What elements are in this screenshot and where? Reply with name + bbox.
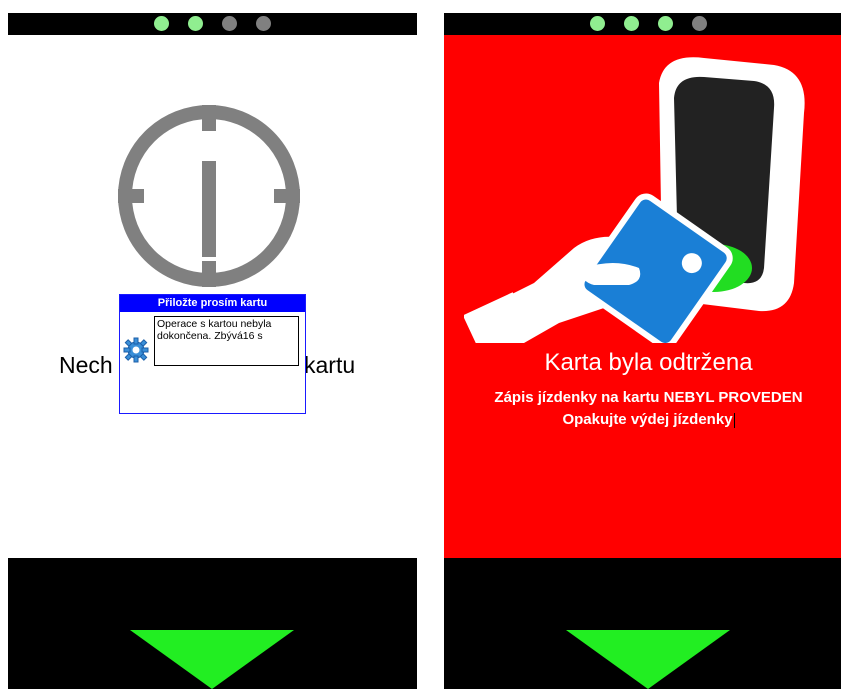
- error-line-2-text: Opakujte výdej jízdenky: [562, 411, 733, 428]
- dialog-title: Přiložte prosím kartu: [120, 295, 305, 312]
- text-caret: [733, 412, 735, 428]
- dialog-message: Operace s kartou nebyla dokončena. Zbývá…: [154, 316, 299, 366]
- status-dot: [658, 16, 673, 31]
- left-screen: Nech kartu Přiložte prosím kartu Operace…: [8, 13, 417, 689]
- bottom-bar: [8, 558, 417, 689]
- message-dialog: Přiložte prosím kartu Operace s kartou n…: [119, 294, 306, 414]
- instruction-text-start: Nech: [59, 352, 113, 378]
- status-dot: [590, 16, 605, 31]
- gear-icon: [123, 337, 149, 363]
- status-bar: [444, 13, 841, 35]
- bottom-bar: [444, 558, 841, 689]
- instruction-text-end: kartu: [304, 352, 356, 378]
- clock-icon: [118, 105, 300, 287]
- status-dot: [256, 16, 271, 31]
- right-screen: Karta byla odtržena Zápis jízdenky na ka…: [444, 13, 841, 689]
- card-reader-hand-icon: [464, 57, 805, 343]
- status-bar: [8, 13, 417, 35]
- error-line-1: Zápis jízdenky na kartu NEBYL PROVEDEN: [494, 389, 803, 406]
- down-arrow-icon: [566, 630, 730, 689]
- status-dot: [692, 16, 707, 31]
- status-dot: [222, 16, 237, 31]
- error-headline: Karta byla odtržena: [544, 349, 753, 376]
- status-dot: [624, 16, 639, 31]
- down-arrow-icon: [130, 630, 294, 689]
- error-line-2: Opakujte výdej jízdenky: [444, 411, 841, 428]
- status-dot: [154, 16, 169, 31]
- status-dot: [188, 16, 203, 31]
